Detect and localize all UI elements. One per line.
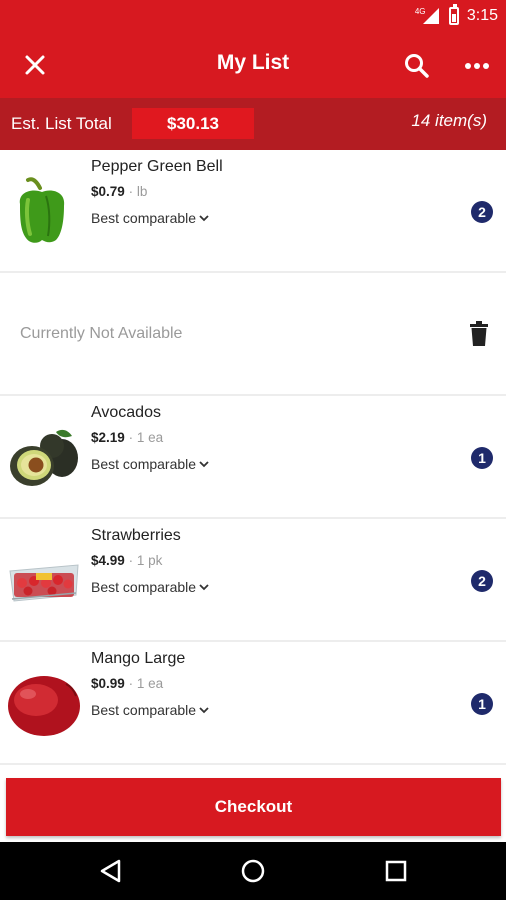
product-unit: 1 pk bbox=[136, 553, 163, 568]
substitution-dropdown[interactable]: Best comparable bbox=[91, 579, 209, 595]
status-icons: 4G 3:15 bbox=[415, 4, 498, 28]
list-item[interactable]: Pepper Green Bell $0.79 · lb Best compar… bbox=[0, 150, 506, 273]
recents-square-icon[interactable] bbox=[382, 857, 410, 885]
product-image-mango bbox=[6, 666, 82, 742]
product-unit: lb bbox=[136, 184, 148, 199]
product-image-avocados bbox=[6, 420, 82, 496]
price-separator: · bbox=[128, 553, 134, 568]
signal-icon: 4G bbox=[415, 7, 441, 25]
quantity-badge[interactable]: 1 bbox=[471, 447, 493, 469]
home-circle-icon[interactable] bbox=[239, 857, 267, 885]
product-name: Mango Large bbox=[91, 650, 186, 667]
status-time: 3:15 bbox=[466, 7, 498, 24]
product-price: $4.99 bbox=[91, 553, 125, 568]
price-separator: · bbox=[128, 184, 134, 199]
product-price: $0.79 bbox=[91, 184, 125, 199]
substitution-label: Best comparable bbox=[91, 702, 197, 718]
product-price-line: $2.19 · 1 ea bbox=[91, 430, 163, 445]
substitution-dropdown[interactable]: Best comparable bbox=[91, 210, 209, 226]
substitution-label: Best comparable bbox=[91, 210, 197, 226]
shopping-list: Pepper Green Bell $0.79 · lb Best compar… bbox=[0, 150, 506, 765]
status-bar: 4G 3:15 bbox=[0, 0, 506, 32]
substitution-dropdown[interactable]: Best comparable bbox=[91, 456, 209, 472]
substitution-label: Best comparable bbox=[91, 456, 197, 472]
list-item[interactable]: Strawberries $4.99 · 1 pk Best comparabl… bbox=[0, 519, 506, 642]
product-price-line: $0.79 · lb bbox=[91, 184, 147, 199]
checkout-area: Checkout bbox=[0, 766, 506, 842]
trash-icon[interactable] bbox=[468, 321, 490, 347]
more-options-icon[interactable] bbox=[460, 49, 494, 83]
product-image-green-bell-pepper bbox=[6, 174, 82, 250]
chevron-down-icon bbox=[199, 707, 209, 714]
quantity-badge[interactable]: 2 bbox=[471, 201, 493, 223]
app-bar: My List bbox=[0, 32, 506, 98]
product-price: $2.19 bbox=[91, 430, 125, 445]
list-total-bar: Est. List Total $30.13 14 item(s) bbox=[0, 98, 506, 150]
system-nav-bar bbox=[0, 842, 506, 900]
network-type: 4G bbox=[414, 7, 426, 16]
list-item-unavailable: Currently Not Available bbox=[0, 273, 506, 396]
quantity-badge[interactable]: 2 bbox=[471, 570, 493, 592]
back-triangle-icon[interactable] bbox=[97, 857, 125, 885]
price-separator: · bbox=[128, 676, 134, 691]
product-name: Pepper Green Bell bbox=[91, 158, 223, 175]
substitution-dropdown[interactable]: Best comparable bbox=[91, 702, 209, 718]
product-name: Avocados bbox=[91, 404, 161, 421]
product-price-line: $0.99 · 1 ea bbox=[91, 676, 163, 691]
list-item[interactable]: Mango Large $0.99 · 1 ea Best comparable… bbox=[0, 642, 506, 765]
price-separator: · bbox=[128, 430, 134, 445]
product-image-strawberries bbox=[6, 543, 82, 619]
product-name: Strawberries bbox=[91, 527, 181, 544]
chevron-down-icon bbox=[199, 584, 209, 591]
total-label: Est. List Total bbox=[11, 114, 112, 133]
battery-icon bbox=[448, 4, 459, 25]
checkout-button[interactable]: Checkout bbox=[6, 778, 501, 836]
product-unit: 1 ea bbox=[136, 430, 164, 445]
chevron-down-icon bbox=[199, 215, 209, 222]
quantity-badge[interactable]: 1 bbox=[471, 693, 493, 715]
item-count: 14 item(s) bbox=[411, 111, 487, 130]
product-price: $0.99 bbox=[91, 676, 125, 691]
unavailable-label: Currently Not Available bbox=[20, 325, 183, 342]
product-price-line: $4.99 · 1 pk bbox=[91, 553, 162, 568]
search-icon[interactable] bbox=[400, 49, 434, 83]
substitution-label: Best comparable bbox=[91, 579, 197, 595]
product-unit: 1 ea bbox=[136, 676, 164, 691]
list-item[interactable]: Avocados $2.19 · 1 ea Best comparable 1 bbox=[0, 396, 506, 519]
chevron-down-icon bbox=[199, 461, 209, 468]
total-value: $30.13 bbox=[132, 108, 254, 139]
